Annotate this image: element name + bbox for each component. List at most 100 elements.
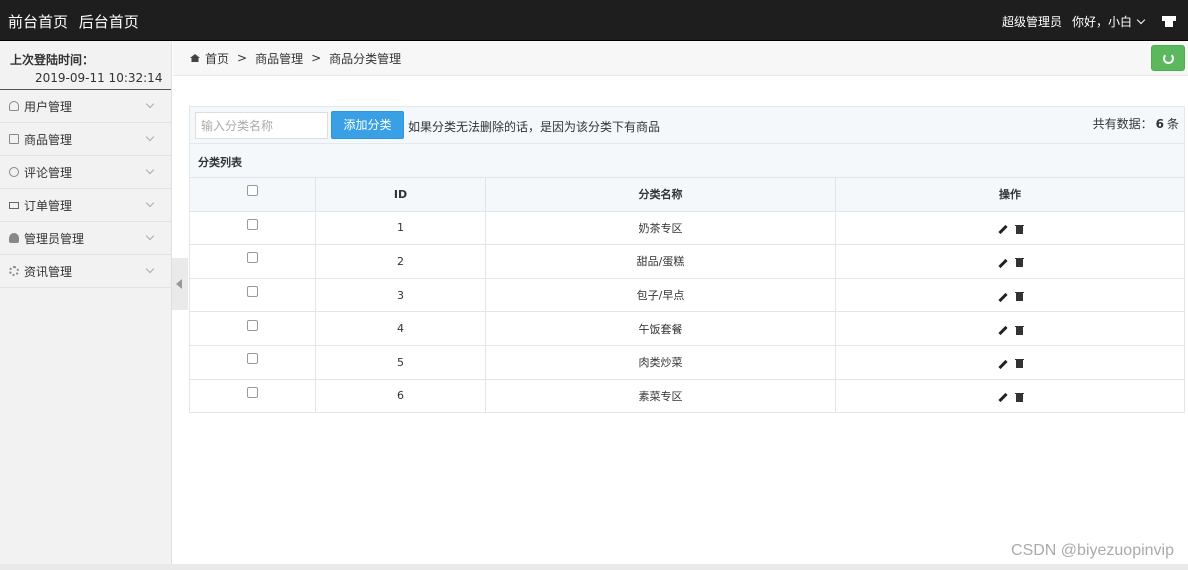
row-category-name: 甜品/蛋糕	[485, 244, 836, 279]
sidebar-item-orders[interactable]: 订单管理	[0, 189, 171, 222]
row-checkbox[interactable]	[247, 286, 258, 298]
last-login-time: 2019-09-11 10:32:14	[35, 71, 163, 85]
row-id: 6	[315, 378, 486, 414]
delete-icon[interactable]	[1014, 258, 1024, 268]
edit-icon[interactable]	[997, 326, 1008, 336]
delete-icon[interactable]	[1014, 224, 1024, 234]
refresh-button[interactable]	[1151, 45, 1185, 71]
table-row: 3 包子/早点	[189, 277, 1185, 313]
breadcrumb: 首页 > 商品管理 > 商品分类管理	[173, 41, 1188, 76]
total-prefix: 共有数据：	[1092, 117, 1153, 131]
select-all-header	[189, 177, 316, 212]
gear-icon	[9, 266, 19, 276]
shirt-icon[interactable]	[1162, 16, 1176, 27]
row-checkbox[interactable]	[247, 252, 258, 264]
sidebar-item-admins[interactable]: 管理员管理	[0, 222, 171, 255]
breadcrumb-home[interactable]: 首页	[205, 50, 229, 67]
action-group	[997, 292, 1024, 302]
admin-home-link[interactable]: 后台首页	[79, 13, 139, 31]
breadcrumb-separator: >	[237, 51, 248, 65]
row-category-name: 午饭套餐	[485, 311, 836, 346]
breadcrumb-current: 商品分类管理	[329, 51, 402, 66]
person-icon	[9, 233, 19, 243]
delete-icon[interactable]	[1014, 292, 1024, 302]
action-group	[997, 325, 1024, 336]
table-row: 1 奶茶专区	[189, 210, 1185, 246]
chevron-down-icon[interactable]	[1136, 15, 1146, 24]
home-icon	[190, 54, 200, 62]
action-group	[997, 359, 1024, 369]
action-group	[997, 258, 1024, 269]
watermark: CSDN @biyezuopinvip	[1011, 542, 1174, 559]
user-greeting[interactable]: 你好，小白	[1072, 13, 1132, 30]
delete-icon[interactable]	[1014, 325, 1024, 335]
delete-icon[interactable]	[1014, 359, 1024, 369]
edit-icon[interactable]	[997, 359, 1008, 369]
row-id: 4	[315, 311, 486, 346]
table-header-row: ID 分类名称 操作	[189, 177, 1185, 212]
user-role: 超级管理员	[1001, 15, 1062, 29]
row-actions	[835, 378, 1185, 414]
chevron-down-icon	[145, 231, 155, 241]
row-checkbox[interactable]	[247, 353, 258, 365]
row-actions	[835, 210, 1185, 246]
front-home-link[interactable]: 前台首页	[8, 13, 68, 31]
chevron-left-icon	[176, 279, 182, 289]
category-search-input[interactable]	[195, 112, 328, 139]
sidebar-item-news[interactable]: 资讯管理	[0, 255, 171, 288]
column-actions: 操作	[835, 177, 1185, 212]
row-checkbox[interactable]	[247, 319, 258, 331]
top-navbar: 前台首页 后台首页 超级管理员 你好，小白	[0, 0, 1188, 41]
edit-icon[interactable]	[997, 258, 1008, 269]
sidebar-item-products[interactable]: 商品管理	[0, 123, 171, 156]
category-table: ID 分类名称 操作 1 奶茶专区 2 甜品/蛋糕 3 包子/早点 4 午饭套餐 5 肉类炒菜 6 素…	[189, 177, 1185, 414]
edit-icon[interactable]	[997, 225, 1008, 235]
row-actions	[835, 344, 1185, 380]
row-checkbox[interactable]	[247, 386, 258, 398]
last-login-label: 上次登陆时间：	[10, 53, 95, 67]
total-count: 共有数据： 6 条	[1093, 115, 1179, 132]
add-category-button[interactable]: 添加分类	[331, 111, 404, 139]
user-icon	[9, 101, 19, 111]
table-row: 2 甜品/蛋糕	[189, 244, 1185, 279]
row-actions	[835, 311, 1185, 346]
refresh-icon	[1163, 53, 1174, 64]
row-actions	[835, 277, 1185, 313]
table-row: 5 肉类炒菜	[189, 344, 1185, 380]
sidebar-item-label: 订单管理	[24, 198, 73, 213]
row-category-name: 奶茶专区	[485, 210, 836, 246]
row-id: 1	[315, 210, 486, 246]
total-suffix: 条	[1166, 117, 1179, 131]
chevron-down-icon	[145, 132, 155, 142]
row-select-cell	[189, 210, 316, 246]
delete-hint: 如果分类无法删除的话，是因为该分类下有商品	[408, 120, 661, 134]
row-checkbox[interactable]	[247, 218, 258, 230]
table-row: 4 午饭套餐	[189, 311, 1185, 346]
row-id: 3	[315, 277, 486, 313]
sidebar-item-comments[interactable]: 评论管理	[0, 156, 171, 189]
bag-icon	[9, 134, 19, 144]
action-group	[997, 392, 1024, 403]
chevron-down-icon	[145, 165, 155, 175]
edit-icon[interactable]	[997, 292, 1008, 302]
row-category-name: 素菜专区	[485, 378, 836, 414]
row-actions	[835, 244, 1185, 279]
edit-icon[interactable]	[997, 393, 1008, 403]
select-all-checkbox[interactable]	[247, 185, 258, 197]
sidebar-item-label: 资讯管理	[24, 264, 73, 279]
chevron-down-icon	[145, 264, 155, 274]
chevron-down-icon	[145, 99, 155, 109]
user-area: 超级管理员 你好，小白	[1002, 13, 1176, 30]
breadcrumb-products[interactable]: 商品管理	[255, 50, 303, 67]
row-select-cell	[189, 244, 316, 279]
sidebar-item-users[interactable]: 用户管理	[0, 90, 171, 123]
row-select-cell	[189, 378, 316, 414]
row-id: 5	[315, 344, 486, 380]
total-number: 6	[1155, 117, 1164, 131]
row-select-cell	[189, 311, 316, 346]
delete-icon[interactable]	[1014, 392, 1024, 402]
sidebar-item-label: 评论管理	[24, 165, 73, 180]
table-row: 6 素菜专区	[189, 378, 1185, 414]
sidebar-collapse-toggle[interactable]	[172, 258, 188, 310]
row-select-cell	[189, 344, 316, 380]
